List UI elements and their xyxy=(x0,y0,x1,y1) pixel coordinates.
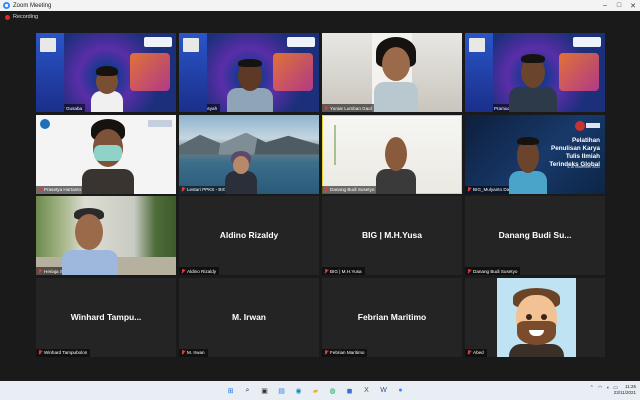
muted-mic-icon xyxy=(38,268,42,274)
participant-tile[interactable]: Abed xyxy=(465,277,605,357)
sponsor-logo-icon xyxy=(573,37,601,47)
participant-tile-video-off[interactable]: BIG | M.H.Yusa BIG | M.H.Yusa xyxy=(322,196,462,275)
participant-tile-video-off[interactable]: Danang Budi Su... Danang Budi Susetyo xyxy=(465,196,605,275)
participant-name: Yuniar Lumban Gaol xyxy=(322,104,375,112)
muted-mic-icon xyxy=(38,350,42,355)
taskbar-apps: ⊞ ⌕ ▣ ▤ ◉ ▰ ◍ ◼ X W ● xyxy=(224,384,407,397)
minimize-button[interactable]: – xyxy=(598,0,612,11)
file-explorer-icon[interactable]: ▰ xyxy=(309,384,322,397)
muted-mic-icon xyxy=(324,187,328,192)
muted-mic-icon xyxy=(181,350,185,355)
participant-tile[interactable]: Prasetya Hartanto - PPKS BIG xyxy=(36,114,176,194)
muted-mic-icon xyxy=(38,105,42,111)
participant-tile[interactable]: Fabian S. Pramudya xyxy=(465,33,605,112)
memoji-avatar-icon xyxy=(497,277,576,357)
participant-name: Lestari PPKS - BIG xyxy=(179,185,230,194)
widgets-icon[interactable]: ▤ xyxy=(275,384,288,397)
maximize-button[interactable]: □ xyxy=(612,0,626,11)
window-controls: – □ ✕ xyxy=(598,0,640,11)
gallery-grid: Alexander Gusaba Edy Irwansyah Yuniar Lu… xyxy=(36,33,605,357)
webinar-logo-icon xyxy=(183,38,199,52)
muted-mic-icon xyxy=(181,105,185,111)
chevron-up-icon[interactable]: ⌃ xyxy=(590,385,594,391)
taskbar-clock[interactable]: 11:25 23/11/2021 xyxy=(614,384,636,396)
word-icon[interactable]: W xyxy=(377,384,390,397)
participant-name: Edy Irwansyah xyxy=(179,104,221,112)
search-icon[interactable]: ⌕ xyxy=(241,384,254,397)
recording-label: Recording xyxy=(13,14,39,20)
muted-mic-icon xyxy=(324,350,328,355)
participant-tile[interactable]: Pelatihan Penulisan Karya Tulis Ilmiah T… xyxy=(465,114,605,194)
muted-mic-icon xyxy=(467,350,471,355)
participant-tile[interactable]: Edy Irwansyah xyxy=(179,33,319,112)
big-logo-icon xyxy=(575,120,585,131)
participant-tile[interactable]: Alexander Gusaba xyxy=(36,33,176,112)
participant-name: Danang Budi Susetyo xyxy=(322,185,378,194)
zoom-logo-icon xyxy=(3,2,10,9)
recording-indicator[interactable]: Recording xyxy=(0,11,640,23)
participant-name: Aldino Rizaldy xyxy=(179,267,220,275)
participant-display-name: Aldino Rizaldy xyxy=(219,230,279,240)
participant-name: BIG | M.H.Yusa xyxy=(322,267,365,275)
clock-date: 23/11/2021 xyxy=(613,390,636,395)
participant-tile-video-off[interactable]: Febrian Maritimo Febrian Maritimo xyxy=(322,277,462,357)
windows-start-icon[interactable]: ⊞ xyxy=(224,384,237,397)
speaker-icon[interactable]: ◖ xyxy=(606,385,609,391)
store-icon[interactable]: ◼ xyxy=(343,384,356,397)
ppks-logo-icon xyxy=(40,118,50,129)
participant-display-name: M. Irwan xyxy=(231,311,266,322)
participant-name: Winhard Tampubolon xyxy=(36,348,91,357)
participant-display-name: Winhard Tampu... xyxy=(70,311,142,322)
big-wordmark-icon xyxy=(586,122,600,128)
muted-mic-icon xyxy=(467,105,471,111)
participant-name: M. Irwan xyxy=(179,348,208,357)
participant-tile[interactable]: Lestari PPKS - BIG xyxy=(179,114,319,194)
webinar-logo-icon xyxy=(40,38,56,52)
webinar-logo-icon xyxy=(469,38,485,52)
muted-mic-icon xyxy=(324,268,328,274)
excel-icon[interactable]: X xyxy=(360,384,373,397)
muted-mic-icon xyxy=(181,268,185,274)
recording-dot-icon xyxy=(5,14,10,20)
zoom-app: Zoom Meeting – □ ✕ Recording Alexander G… xyxy=(0,0,640,400)
chrome-icon[interactable]: ◍ xyxy=(326,384,339,397)
participant-tile-video-off[interactable]: Winhard Tampu... Winhard Tampubolon xyxy=(36,277,176,357)
participant-tile[interactable]: Heriaja Suryanto xyxy=(36,196,176,275)
participant-name: Abed xyxy=(465,348,487,357)
muted-mic-icon xyxy=(467,268,471,274)
muted-mic-icon xyxy=(38,187,42,192)
participant-name: Danang Budi Susetyo xyxy=(465,267,521,275)
windows-taskbar: ⊞ ⌕ ▣ ▤ ◉ ▰ ◍ ◼ X W ● ⌃ ◠ ◖ ▭ 11:25 23/11/2021 xyxy=(0,381,640,400)
sponsor-logo-icon xyxy=(287,37,315,47)
wifi-icon[interactable]: ◠ xyxy=(598,385,602,391)
participant-display-name: Febrian Maritimo xyxy=(357,311,427,322)
participant-tile[interactable]: Yuniar Lumban Gaol xyxy=(322,33,462,112)
slide-date: 4-16 November 2021 xyxy=(567,164,600,169)
muted-mic-icon xyxy=(324,105,328,111)
participant-tile-active-speaker[interactable]: Danang Budi Susetyo xyxy=(322,114,462,194)
close-button[interactable]: ✕ xyxy=(626,0,640,11)
zoom-icon[interactable]: ● xyxy=(394,384,407,397)
participant-name: Alexander Gusaba xyxy=(36,104,86,112)
title-bar: Zoom Meeting – □ ✕ xyxy=(0,0,640,11)
task-view-icon[interactable]: ▣ xyxy=(258,384,271,397)
participant-tile-video-off[interactable]: Aldino Rizaldy Aldino Rizaldy xyxy=(179,196,319,275)
window-title: Zoom Meeting xyxy=(13,2,52,9)
sponsor-logo-icon xyxy=(144,37,172,47)
edge-icon[interactable]: ◉ xyxy=(292,384,305,397)
participant-display-name: Danang Budi Su... xyxy=(498,230,572,240)
big-logo-icon xyxy=(148,119,172,127)
participant-tile-video-off[interactable]: M. Irwan M. Irwan xyxy=(179,277,319,357)
participant-display-name: BIG | M.H.Yusa xyxy=(361,230,422,240)
muted-mic-icon xyxy=(181,187,185,192)
muted-mic-icon xyxy=(467,187,471,192)
participant-name: Febrian Maritimo xyxy=(322,348,368,357)
